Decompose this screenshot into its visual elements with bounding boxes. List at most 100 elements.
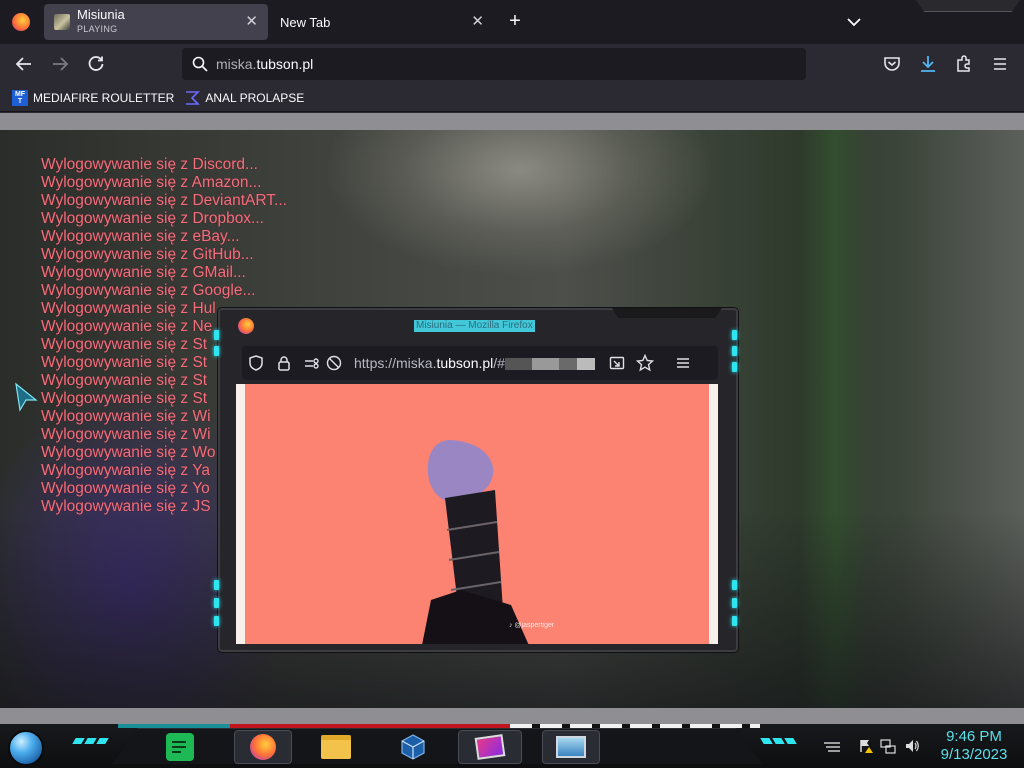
taskbar-stripe <box>230 724 510 728</box>
logout-message: Wylogowywanie się z Google... <box>41 282 256 299</box>
frame-led <box>732 616 737 626</box>
pocket-icon <box>884 57 900 71</box>
firefox-icon[interactable] <box>234 730 292 764</box>
page-top-strip <box>0 113 1024 130</box>
window-frame-deco <box>916 0 1020 12</box>
logout-message: Wylogowywanie się z GMail... <box>41 264 246 281</box>
logout-message: Wylogowywanie się z DeviantART... <box>41 192 287 209</box>
arm-image <box>422 440 529 644</box>
download-icon <box>921 56 935 72</box>
logout-message: Wylogowywanie się z GitHub... <box>41 246 254 263</box>
extensions-button[interactable] <box>952 52 976 76</box>
taskbar-stripe <box>510 724 760 728</box>
frame-led <box>214 616 219 626</box>
tab-playing-label: PLAYING <box>77 24 118 34</box>
tab-title: Misiunia <box>77 7 125 22</box>
bookmark-mediafire-rouletter[interactable]: MF T MEDIAFIRE ROULETTER <box>12 89 175 106</box>
firefox-menu-icon[interactable] <box>12 13 30 31</box>
popup-window-title: Misiunia — Mozilla Firefox <box>414 320 535 332</box>
frame-led <box>214 330 219 340</box>
tab-list-button[interactable] <box>844 12 864 32</box>
tab-misiunia[interactable]: Misiunia PLAYING ✕ <box>44 4 268 40</box>
new-tab-button[interactable]: + <box>505 10 525 32</box>
frame-led <box>732 362 737 372</box>
tab-favicon <box>54 14 70 30</box>
puzzle-icon <box>957 55 970 72</box>
volume-icon[interactable] <box>904 738 920 754</box>
file-explorer-icon[interactable] <box>318 730 354 764</box>
chevron-down-icon <box>847 18 861 27</box>
bookmark-label: MEDIAFIRE ROULETTER <box>33 90 175 105</box>
downloads-button[interactable] <box>916 52 940 76</box>
taskbar-clock[interactable]: 9:46 PM 9/13/2023 <box>928 728 1020 764</box>
popup-firefox-window[interactable]: Misiunia — Mozilla Firefox https://miska… <box>218 308 738 652</box>
redacted-url-segment <box>504 358 595 371</box>
tab-bar: Misiunia PLAYING ✕ New Tab ✕ + <box>0 0 1024 44</box>
frame-led <box>732 330 737 340</box>
back-arrow-icon <box>15 57 31 71</box>
taskbar-apps-frame <box>112 728 762 764</box>
page-bottom-strip <box>0 708 1024 724</box>
start-button[interactable] <box>8 730 44 766</box>
bookmarks-toolbar: MF T MEDIAFIRE ROULETTER ANAL PROLAPSE <box>0 84 1024 112</box>
url-host-prefix: miska. <box>216 56 257 72</box>
clock-time: 9:46 PM <box>946 728 1002 745</box>
bookmark-anal-prolapse[interactable]: ANAL PROLAPSE <box>184 90 304 106</box>
taskbar-led-group <box>760 738 797 744</box>
popup-url-prefix: https://miska. <box>354 355 437 371</box>
notes-app-icon[interactable] <box>162 730 198 764</box>
autoplay-blocked-icon[interactable] <box>320 355 348 371</box>
taskbar-led-group <box>72 738 109 744</box>
logout-message: Wylogowywanie się z Discord... <box>41 156 258 173</box>
popup-url-text: https://miska.tubson.pl/# <box>354 355 595 371</box>
mediafire-icon: MF T <box>12 89 28 106</box>
popup-video[interactable]: ♪ @jaspertiger <box>245 384 709 644</box>
frame-led <box>214 598 219 608</box>
search-icon <box>192 56 208 72</box>
network-icon[interactable] <box>880 738 896 754</box>
close-tab-icon[interactable]: ✕ <box>245 14 258 29</box>
logout-message: Wylogowywanie się z eBay... <box>41 228 240 245</box>
frame-led <box>214 346 219 356</box>
reload-button[interactable] <box>84 52 108 76</box>
window-app-icon[interactable] <box>542 730 600 764</box>
security-warning-icon[interactable] <box>858 738 874 754</box>
tab-new-tab[interactable]: New Tab ✕ <box>270 4 494 40</box>
address-bar[interactable]: miska. tubson.pl <box>182 48 806 80</box>
virtualbox-icon[interactable] <box>395 730 431 764</box>
logout-message: Wylogowywanie się z Amazon... <box>41 174 262 191</box>
popup-top-frame <box>612 308 722 318</box>
forward-arrow-icon <box>53 57 69 71</box>
bookmark-label: ANAL PROLAPSE <box>205 90 305 105</box>
hamburger-menu-icon <box>994 58 1006 70</box>
popup-url-main: tubson.pl <box>436 355 494 371</box>
logout-message: Wylogowywanie się z Dropbox... <box>41 210 264 227</box>
sigma-icon <box>184 90 201 106</box>
popup-url-suffix: /# <box>493 355 505 371</box>
pocket-button[interactable] <box>880 52 904 76</box>
frame-led <box>214 580 219 590</box>
frame-led <box>732 346 737 356</box>
frame-led <box>732 598 737 608</box>
popup-address-bar[interactable]: https://miska.tubson.pl/# <box>242 346 718 380</box>
bookmark-star-icon[interactable] <box>631 354 659 372</box>
tab-title: New Tab <box>280 14 331 30</box>
hamburger-menu-icon[interactable] <box>669 355 697 371</box>
back-button[interactable] <box>12 52 36 76</box>
image-app-icon[interactable] <box>458 730 522 764</box>
firefox-icon <box>238 318 254 334</box>
close-tab-icon[interactable]: ✕ <box>471 14 484 29</box>
navigation-bar: miska. tubson.pl <box>0 44 1024 84</box>
picture-in-picture-icon[interactable] <box>603 355 631 371</box>
reload-icon <box>88 56 104 71</box>
show-hidden-icons-icon[interactable] <box>822 740 842 754</box>
clock-date: 9/13/2023 <box>940 746 1008 763</box>
forward-button[interactable] <box>48 52 72 76</box>
frame-led <box>732 580 737 590</box>
lock-icon[interactable] <box>270 355 298 371</box>
app-menu-button[interactable] <box>988 52 1012 76</box>
mouse-cursor-icon <box>14 382 40 417</box>
taskbar-stripe <box>118 724 230 728</box>
shield-icon[interactable] <box>242 355 270 371</box>
url-host-main: tubson.pl <box>256 56 314 72</box>
